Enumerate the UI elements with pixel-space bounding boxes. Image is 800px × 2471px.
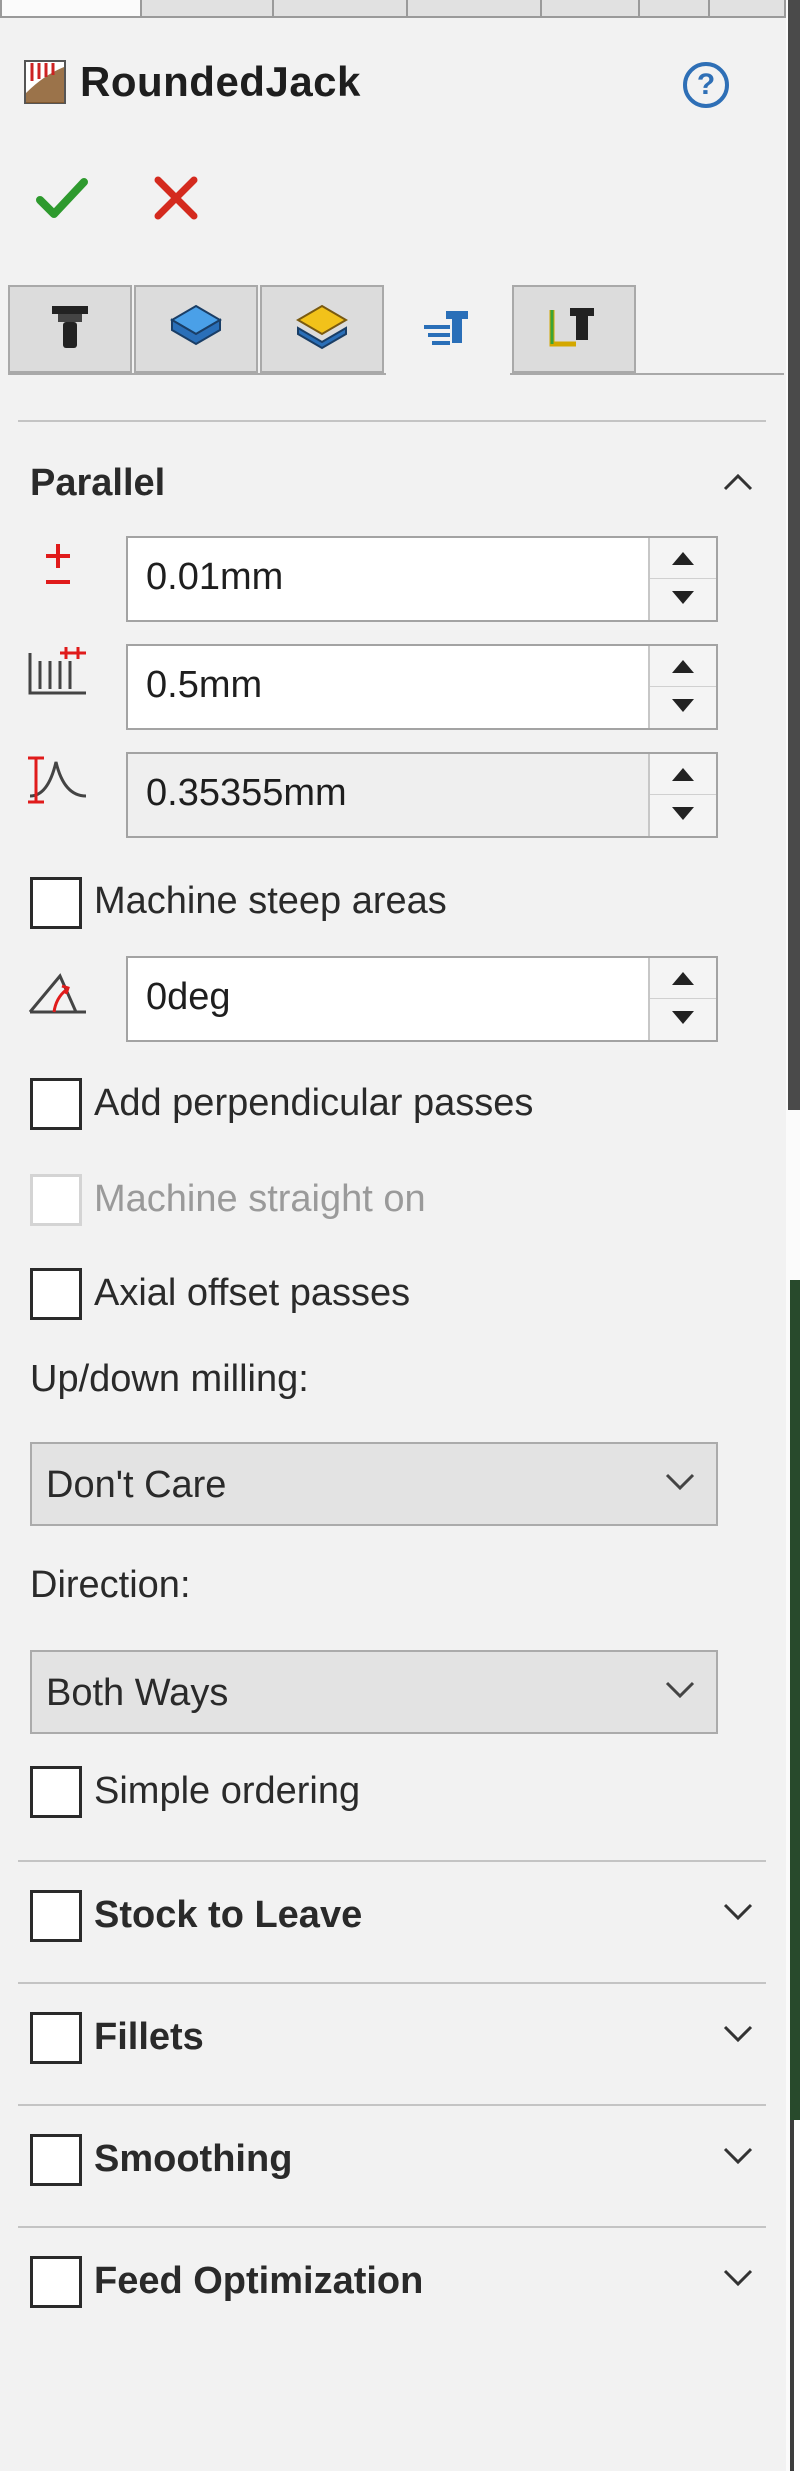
viewport-edge [788,0,800,1110]
updown-milling-value: Don't Care [46,1464,227,1506]
links-icon [546,302,602,357]
checkmark-icon[interactable] [34,170,90,226]
chevron-down-icon[interactable] [722,1902,754,1922]
cusp-height-value[interactable]: 0.35355mm [146,772,347,815]
tab-stock[interactable] [134,285,258,373]
divider [18,2104,766,2106]
angle-stepper[interactable]: 0deg [126,956,718,1042]
updown-milling-select[interactable]: Don't Care [30,1442,718,1526]
stepover-value[interactable]: 0.5mm [146,664,262,707]
fillets-checkbox[interactable] [30,2012,82,2064]
spin-arrows [648,754,716,836]
tab-links[interactable] [512,285,636,373]
chevron-up-icon[interactable] [722,472,754,492]
page-title: RoundedJack [80,58,361,105]
viewport-edge [790,1280,800,2120]
top-tab-feature-manager[interactable] [0,0,142,18]
viewport-strip [786,0,800,2471]
add-perpendicular-label: Add perpendicular passes [94,1082,534,1124]
panel-header: RoundedJack [22,52,361,112]
simple-ordering-label: Simple ordering [94,1770,361,1812]
updown-milling-label: Up/down milling: [30,1358,309,1400]
stock-to-leave-checkbox[interactable] [30,1890,82,1942]
section-heading-feed-optimization[interactable]: Feed Optimization [94,2260,423,2303]
machine-straight-label: Machine straight on [94,1178,426,1220]
divider [18,1860,766,1862]
top-tab-dimxpert[interactable] [406,0,542,18]
section-heading-parallel: Parallel [30,462,166,504]
direction-value: Both Ways [46,1672,229,1714]
tab-layers[interactable] [260,285,384,373]
simple-ordering-checkbox[interactable] [30,1766,82,1818]
arrow-up-icon [672,552,694,565]
divider [18,1982,766,1984]
angle-value[interactable]: 0deg [146,976,231,1019]
axial-offset-checkbox[interactable] [30,1268,82,1320]
page-tab-bar [8,285,784,377]
tab-parameters[interactable] [386,285,510,377]
section-heading-fillets[interactable]: Fillets [94,2016,204,2059]
property-manager-panel: RoundedJack ? Parallel 0.01mm 0.5mm 0.35… [0,0,786,2471]
stepover-stepper[interactable]: 0.5mm [126,644,718,730]
direction-select[interactable]: Both Ways [30,1650,718,1734]
chevron-down-icon[interactable] [722,2268,754,2288]
machine-straight-checkbox[interactable] [30,1174,82,1226]
tool-icon [48,302,92,357]
increment-button[interactable] [650,958,716,999]
arrow-down-icon [672,1011,694,1024]
cusp-height-stepper[interactable]: 0.35355mm [126,752,718,838]
angle-icon [26,968,90,1024]
increment-button[interactable] [650,646,716,687]
chevron-down-icon [664,1680,696,1700]
viewport-edge [790,2120,794,2471]
decrement-button[interactable] [650,795,716,836]
tolerance-stepper[interactable]: 0.01mm [126,536,718,622]
top-tab-extra[interactable] [638,0,710,18]
top-tab-display-manager[interactable] [540,0,640,18]
smoothing-checkbox[interactable] [30,2134,82,2186]
increment-button[interactable] [650,754,716,795]
tolerance-icon [26,542,90,598]
increment-button[interactable] [650,538,716,579]
decrement-button[interactable] [650,579,716,620]
stepover-icon [26,645,90,701]
arrow-up-icon [672,660,694,673]
help-icon[interactable]: ? [683,62,729,108]
top-tab-property-manager[interactable] [140,0,274,18]
chevron-down-icon[interactable] [722,2146,754,2166]
machine-steep-label: Machine steep areas [94,880,447,922]
section-heading-smoothing[interactable]: Smoothing [94,2138,292,2181]
spin-arrows [648,646,716,728]
arrow-down-icon [672,699,694,712]
tab-tool[interactable] [8,285,132,373]
spin-arrows [648,538,716,620]
arrow-up-icon [672,972,694,985]
spin-arrows [648,958,716,1040]
top-tab-configuration-manager[interactable] [272,0,408,18]
stock-layer-icon [168,302,224,357]
arrow-down-icon [672,591,694,604]
decrement-button[interactable] [650,999,716,1040]
chevron-down-icon [664,1472,696,1492]
toolpath-doc-icon [22,59,68,105]
parameters-icon [420,305,476,360]
close-icon[interactable] [148,170,204,226]
machine-steep-checkbox[interactable] [30,877,82,929]
direction-label: Direction: [30,1564,191,1606]
divider [18,2226,766,2228]
add-perpendicular-checkbox[interactable] [30,1078,82,1130]
arrow-up-icon [672,768,694,781]
axial-offset-label: Axial offset passes [94,1272,411,1314]
decrement-button[interactable] [650,687,716,728]
chevron-down-icon[interactable] [722,2024,754,2044]
top-tab-strip [0,0,786,20]
tolerance-value[interactable]: 0.01mm [146,556,283,599]
layers-icon [294,302,350,357]
feed-optimization-checkbox[interactable] [30,2256,82,2308]
divider [18,420,766,422]
cusp-height-icon [26,752,90,808]
section-heading-stock-to-leave[interactable]: Stock to Leave [94,1894,362,1937]
arrow-down-icon [672,807,694,820]
top-tab-extra[interactable] [708,0,786,18]
